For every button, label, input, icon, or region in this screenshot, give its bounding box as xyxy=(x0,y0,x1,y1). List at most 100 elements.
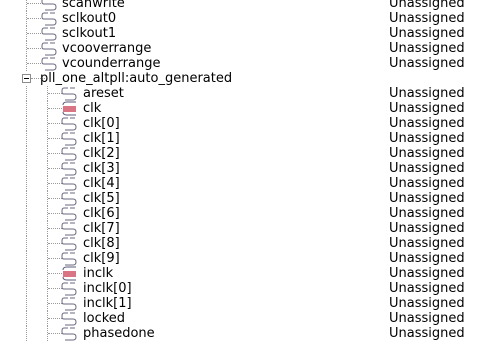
pin-name: clk[7] xyxy=(83,221,120,236)
tree-guide-line xyxy=(26,86,27,101)
tree-row[interactable]: locked Unassigned xyxy=(0,311,497,326)
assignment-status: Unassigned xyxy=(389,146,465,161)
tree-guide-line xyxy=(26,146,27,161)
input-pin-icon xyxy=(61,131,77,146)
tree-guide-line xyxy=(26,176,27,191)
tree-guide-line xyxy=(27,18,41,19)
tree-row[interactable]: areset Unassigned xyxy=(0,86,497,101)
tree-row[interactable]: vcounderrange Unassigned xyxy=(0,56,497,71)
input-pin-icon xyxy=(61,191,77,206)
tree-guide-line xyxy=(48,93,62,94)
assignment-status: Unassigned xyxy=(389,56,465,71)
assignment-status: Unassigned xyxy=(389,176,465,191)
tree-guide-line xyxy=(48,318,62,319)
assignment-status: Unassigned xyxy=(389,41,465,56)
pin-name: inclk[1] xyxy=(83,296,132,311)
tree-guide-line xyxy=(48,243,62,244)
tree-row[interactable]: clk[2] Unassigned xyxy=(0,146,497,161)
tree-guide-line xyxy=(27,33,41,34)
tree-row[interactable]: inclk Unassigned xyxy=(0,266,497,281)
pin-name: sclkout0 xyxy=(62,11,117,26)
tree-guide-line xyxy=(48,303,62,304)
pin-name: phasedone xyxy=(83,326,155,341)
tree-guide-line xyxy=(27,48,41,49)
tree-guide-line xyxy=(26,206,27,221)
pin-name: clk[4] xyxy=(83,176,120,191)
input-pin-icon xyxy=(61,311,77,326)
tree-row[interactable]: inclk[1] Unassigned xyxy=(0,296,497,311)
input-pin-icon xyxy=(61,281,77,296)
pin-name: clk xyxy=(83,101,102,116)
tree-row[interactable]: sclkout0 Unassigned xyxy=(0,11,497,26)
pin-name: clk[5] xyxy=(83,191,120,206)
tree-guide-line xyxy=(26,326,27,341)
tree-row[interactable]: sclkout1 Unassigned xyxy=(0,26,497,41)
assignment-status: Unassigned xyxy=(389,296,465,311)
node-tree: scanwrite Unassigned sclkout0 Unassigned scl… xyxy=(0,0,497,341)
assignment-status: Unassigned xyxy=(389,281,465,296)
tree-row[interactable]: clk[8] Unassigned xyxy=(0,236,497,251)
assignment-status: Unassigned xyxy=(389,116,465,131)
bus-pin-icon xyxy=(61,266,77,281)
pin-name: locked xyxy=(83,311,126,326)
tree-row[interactable]: clk[5] Unassigned xyxy=(0,191,497,206)
pin-name: scanwrite xyxy=(62,0,125,11)
tree-guide-line xyxy=(26,116,27,131)
tree-guide-line xyxy=(26,221,27,236)
tree-guide-line xyxy=(48,258,62,259)
assignment-status: Unassigned xyxy=(389,26,465,41)
tree-guide-line xyxy=(48,213,62,214)
tree-row[interactable]: clk[6] Unassigned xyxy=(0,206,497,221)
tree-row[interactable]: clk Unassigned xyxy=(0,101,497,116)
tree-row[interactable]: clk[3] Unassigned xyxy=(0,161,497,176)
tree-row[interactable]: clk[0] Unassigned xyxy=(0,116,497,131)
assignment-status: Unassigned xyxy=(389,191,465,206)
tree-guide-line xyxy=(48,138,62,139)
tree-guide-line xyxy=(26,101,27,116)
tree-guide-line xyxy=(48,183,62,184)
input-pin-icon xyxy=(61,206,77,221)
tree-row[interactable]: clk[9] Unassigned xyxy=(0,251,497,266)
tree-row[interactable]: phasedone Unassigned xyxy=(0,326,497,341)
tree-guide-line xyxy=(48,198,62,199)
tree-row[interactable]: clk[4] Unassigned xyxy=(0,176,497,191)
tree-guide-line xyxy=(26,0,27,11)
tree-row[interactable]: inclk[0] Unassigned xyxy=(0,281,497,296)
tree-row-group[interactable]: pll_one_altpll:auto_generated xyxy=(0,71,497,86)
input-pin-icon xyxy=(41,11,57,26)
pin-name: clk[3] xyxy=(83,161,120,176)
assignment-status: Unassigned xyxy=(389,206,465,221)
tree-guide-line xyxy=(26,266,27,281)
tree-guide-line xyxy=(48,153,62,154)
tree-guide-line xyxy=(48,333,62,334)
input-pin-icon xyxy=(61,326,77,341)
pin-name: areset xyxy=(83,86,124,101)
assignment-status: Unassigned xyxy=(389,251,465,266)
pin-name: clk[0] xyxy=(83,116,120,131)
assignment-status: Unassigned xyxy=(389,221,465,236)
group-name: pll_one_altpll:auto_generated xyxy=(40,71,233,86)
input-pin-icon xyxy=(41,41,57,56)
input-pin-icon xyxy=(41,56,57,71)
tree-guide-line xyxy=(26,191,27,206)
input-pin-icon xyxy=(61,86,77,101)
assignment-status: Unassigned xyxy=(389,326,465,341)
assignment-status: Unassigned xyxy=(389,311,465,326)
pin-name: clk[8] xyxy=(83,236,120,251)
input-pin-icon xyxy=(61,146,77,161)
tree-row[interactable]: clk[1] Unassigned xyxy=(0,131,497,146)
assignment-status: Unassigned xyxy=(389,0,465,11)
pin-name: sclkout1 xyxy=(62,26,117,41)
tree-guide-line xyxy=(48,288,62,289)
tree-row[interactable]: vcooverrange Unassigned xyxy=(0,41,497,56)
tree-guide-line xyxy=(26,281,27,296)
tree-row[interactable]: scanwrite Unassigned xyxy=(0,0,497,11)
pin-name: vcounderrange xyxy=(62,56,161,71)
tree-row[interactable]: clk[7] Unassigned xyxy=(0,221,497,236)
pin-name: vcooverrange xyxy=(62,41,152,56)
input-pin-icon xyxy=(61,176,77,191)
tree-guide-line xyxy=(27,63,41,64)
assignment-status: Unassigned xyxy=(389,101,465,116)
collapse-minus-icon[interactable] xyxy=(22,74,31,83)
tree-guide-line xyxy=(26,236,27,251)
